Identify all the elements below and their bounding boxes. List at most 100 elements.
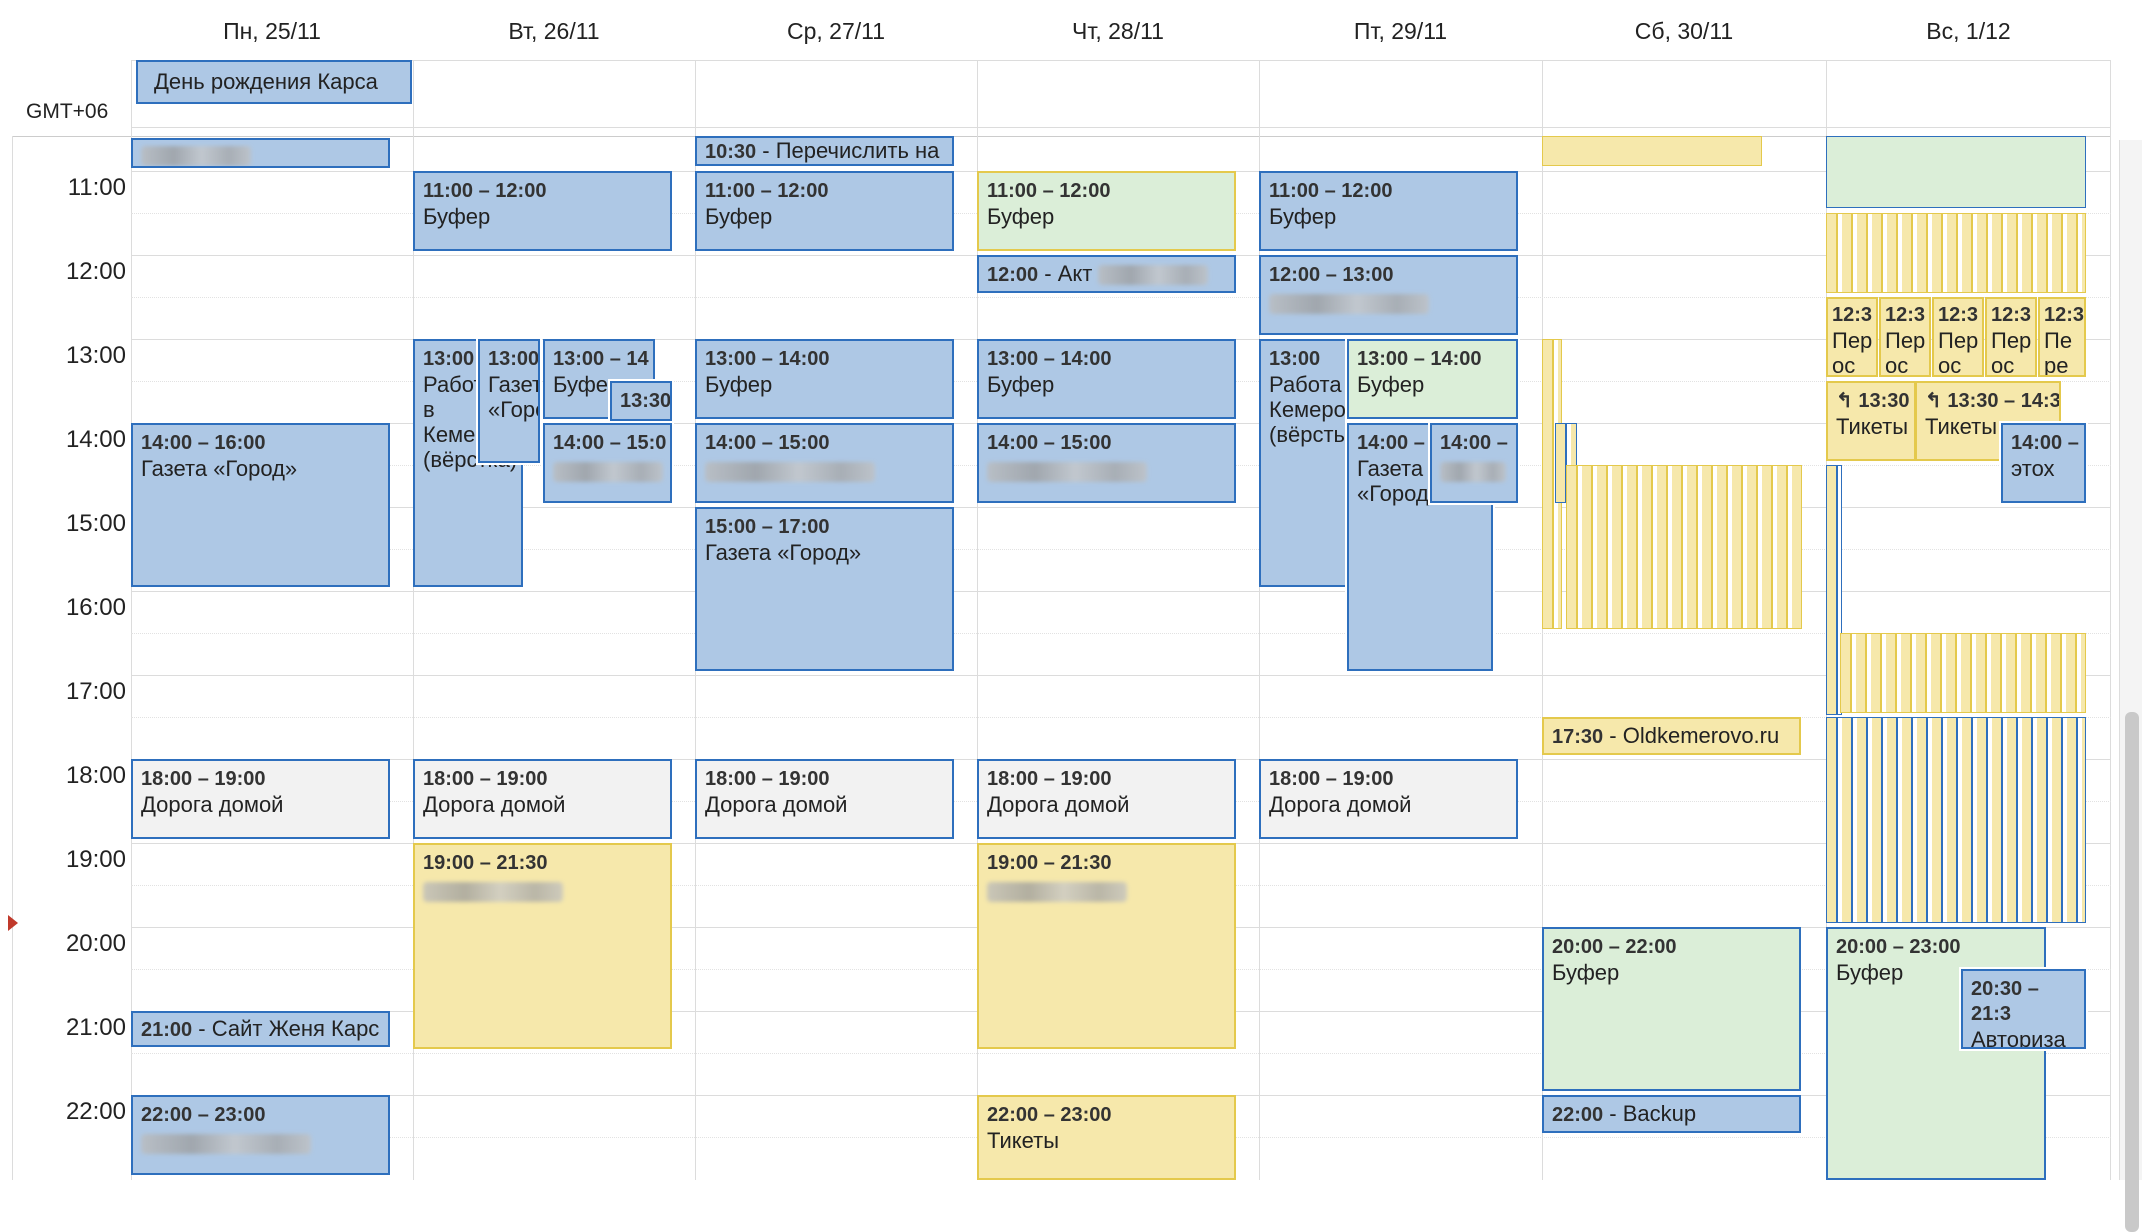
day-header-fri[interactable]: Пт, 29/11 xyxy=(1259,18,1542,58)
all-day-event-birthday[interactable]: День рождения Карса xyxy=(136,60,412,104)
event-wed-road[interactable]: 18:00 – 19:00 Дорога домой xyxy=(695,759,954,839)
event-tue-road[interactable]: 18:00 – 19:00 Дорога домой xyxy=(413,759,672,839)
event-title: этох xyxy=(2011,456,2055,481)
event-mon-site[interactable]: 21:00 - Сайт Женя Карс xyxy=(131,1011,390,1047)
event-time-text: 13:30 xyxy=(1858,390,1910,412)
event-thu-1400[interactable]: 14:00 – 15:00 xyxy=(977,423,1236,503)
event-fri-road[interactable]: 18:00 – 19:00 Дорога домой xyxy=(1259,759,1518,839)
event-wed-1400[interactable]: 14:00 – 15:00 xyxy=(695,423,954,503)
hour-label: 13:00 xyxy=(65,342,126,369)
event-sat-oldkemerovo[interactable]: 17:30 - Oldkemerovo.ru xyxy=(1542,717,1801,755)
event-tue-1330[interactable]: 13:30 xyxy=(610,381,672,421)
event-title: Backup xyxy=(1622,1101,1697,1126)
event-time: 13:00 xyxy=(1269,348,1321,370)
event-title: Пер ос xyxy=(1832,328,1873,377)
event-thu-evening[interactable]: 19:00 – 21:30 xyxy=(977,843,1236,1049)
event-sun-1230-4[interactable]: 12:3 Пер ос xyxy=(1985,297,2037,377)
event-sat-backup[interactable]: 22:00 - Backup xyxy=(1542,1095,1801,1133)
event-thu-buffer[interactable]: 11:00 – 12:00 Буфер xyxy=(977,171,1236,251)
event-time: ↰ 13:30 xyxy=(1836,389,1910,414)
event-thu-act[interactable]: 12:00 - Акт xyxy=(977,255,1236,293)
header-divider xyxy=(12,136,2111,137)
event-sat-buffer[interactable]: 20:00 – 22:00 Буфер xyxy=(1542,927,1801,1091)
event-time: 19:00 – 21:30 xyxy=(423,852,548,874)
event-time: 14:00 – xyxy=(2011,432,2079,454)
event-fri-1200[interactable]: 12:00 – 13:00 xyxy=(1259,255,1518,335)
event-title: Перечислить на xyxy=(775,138,940,163)
all-day-event-label: День рождения Карса xyxy=(154,69,378,94)
event-time: 13:00 – 14:00 xyxy=(987,348,1112,370)
vertical-scrollbar[interactable] xyxy=(2119,140,2142,1232)
event-tue-1400[interactable]: 14:00 – 15:0 xyxy=(543,423,672,503)
event-sun-early[interactable] xyxy=(1826,136,2086,208)
event-time: 11:00 – 12:00 xyxy=(705,180,829,202)
blurred-title xyxy=(987,882,1127,903)
scrollbar-thumb[interactable] xyxy=(2125,712,2139,1232)
event-title: Oldkemerovo.ru xyxy=(1622,723,1780,748)
event-title: Буфер xyxy=(1357,372,1425,397)
day-header-mon[interactable]: Пн, 25/11 xyxy=(131,18,413,58)
event-fri-work[interactable]: 13:00 Работа Кемеро (вёрсть xyxy=(1259,339,1349,587)
event-wed-buffer[interactable]: 11:00 – 12:00 Буфер xyxy=(695,171,954,251)
day-header-thu[interactable]: Чт, 28/11 xyxy=(977,18,1259,58)
event-time: 12:3 xyxy=(1991,304,2032,326)
event-wed-gazeta[interactable]: 15:00 – 17:00 Газета «Город» xyxy=(695,507,954,671)
event-fri-1400b[interactable]: 14:00 – xyxy=(1430,423,1518,503)
event-sun-1230-1[interactable]: 12:3 Пер ос xyxy=(1826,297,1878,377)
day-header-wed[interactable]: Ср, 27/11 xyxy=(695,18,977,58)
event-time: 11:00 – 12:00 xyxy=(987,180,1111,202)
event-thu-road[interactable]: 18:00 – 19:00 Дорога домой xyxy=(977,759,1236,839)
event-wed-buffer2[interactable]: 13:00 – 14:00 Буфер xyxy=(695,339,954,419)
event-title: Работа Кемеро (вёрсть xyxy=(1269,372,1346,447)
event-title: Сайт Женя Карс xyxy=(211,1016,380,1041)
hour-label: 16:00 xyxy=(65,594,126,621)
event-sat-stack-wide[interactable] xyxy=(1566,465,1802,629)
hour-label: 21:00 xyxy=(65,1014,126,1041)
event-sat-early[interactable] xyxy=(1542,136,1762,166)
event-wed-transfer[interactable]: 10:30 - Перечислить на xyxy=(695,136,954,166)
event-title: Дорога домой xyxy=(141,792,284,817)
event-title: Дорога домой xyxy=(987,792,1130,817)
event-sun-stack-2[interactable] xyxy=(1840,633,2086,713)
event-fri-buffer2[interactable]: 13:00 – 14:00 Буфер xyxy=(1347,339,1518,419)
event-time: 13:00 xyxy=(488,348,540,370)
event-time: 14:00 – 15:00 xyxy=(705,432,830,454)
event-time: 20:00 – 22:00 xyxy=(1552,936,1677,958)
event-sun-1230-5[interactable]: 12:3 Пе ре xyxy=(2038,297,2086,377)
event-time: 18:00 – 19:00 xyxy=(1269,768,1394,790)
event-sun-stack-3[interactable] xyxy=(1826,717,2086,923)
event-time: 20:00 – 23:00 xyxy=(1836,936,1961,958)
event-sun-stack-1[interactable] xyxy=(1826,213,2086,293)
event-tue-evening[interactable]: 19:00 – 21:30 xyxy=(413,843,672,1049)
day-header-tue[interactable]: Вт, 26/11 xyxy=(413,18,695,58)
hour-label: 14:00 xyxy=(65,426,126,453)
event-time: 12:3 xyxy=(1885,304,1926,326)
event-tue-gazeta[interactable]: 13:00 Газета «Город» xyxy=(478,339,540,463)
event-sun-auth[interactable]: 20:30 – 21:3 Авториза ция xyxy=(1961,969,2086,1049)
event-sun-buffer[interactable]: 20:00 – 23:00 Буфер xyxy=(1826,927,2046,1180)
event-time: 20:30 – 21:3 xyxy=(1971,978,2039,1025)
event-time: 15:00 – 17:00 xyxy=(705,516,830,538)
event-thu-tickets[interactable]: 22:00 – 23:00 Тикеты xyxy=(977,1095,1236,1180)
event-mon-gazeta[interactable]: 14:00 – 16:00 Газета «Город» xyxy=(131,423,390,587)
event-fri-buffer[interactable]: 11:00 – 12:00 Буфер xyxy=(1259,171,1518,251)
event-mon-2200[interactable]: 22:00 – 23:00 xyxy=(131,1095,390,1175)
event-sun-1230-2[interactable]: 12:3 Пер ос xyxy=(1879,297,1931,377)
event-time: 10:30 xyxy=(705,141,757,163)
event-title: Буфер xyxy=(987,372,1055,397)
event-time: 21:00 xyxy=(141,1019,193,1041)
day-header-sat[interactable]: Сб, 30/11 xyxy=(1542,18,1826,58)
event-sun-1230-3[interactable]: 12:3 Пер ос xyxy=(1932,297,1984,377)
event-time: 12:3 xyxy=(2044,304,2085,326)
event-sun-1330a[interactable]: ↰ 13:30 Тикеты xyxy=(1826,381,1916,461)
event-mon-early[interactable] xyxy=(131,138,390,168)
event-thu-buffer2[interactable]: 13:00 – 14:00 Буфер xyxy=(977,339,1236,419)
event-title: Тикеты xyxy=(1836,414,1909,439)
event-sun-1400[interactable]: 14:00 – этох xyxy=(2001,423,2086,503)
event-time: 13:00 – 14 xyxy=(553,348,649,370)
day-header-sun[interactable]: Вс, 1/12 xyxy=(1826,18,2111,58)
event-mon-road[interactable]: 18:00 – 19:00 Дорога домой xyxy=(131,759,390,839)
timezone-label: GMT+06 xyxy=(26,100,109,123)
event-tue-buffer[interactable]: 11:00 – 12:00 Буфер xyxy=(413,171,672,251)
half-hour-line xyxy=(131,717,2111,718)
